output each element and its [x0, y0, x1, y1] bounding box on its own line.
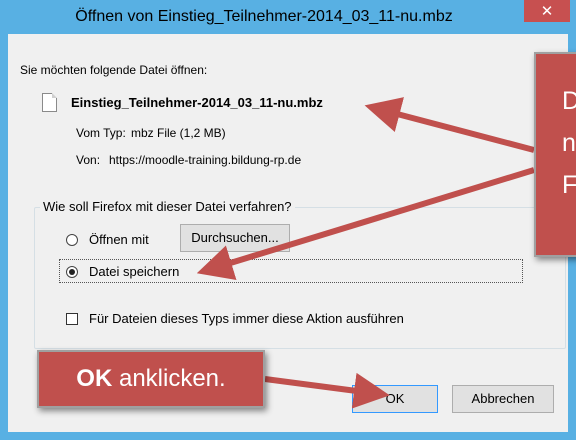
callout-right-line-3: F — [562, 171, 576, 199]
callout-ok-instruction: OK anklicken. — [37, 350, 265, 408]
arrow-to-filename — [364, 97, 535, 153]
callout-right-line-1: D — [562, 80, 576, 122]
callout-right: D n F — [534, 52, 576, 257]
callout-ok-bold: OK — [76, 365, 113, 392]
callout-ok-text: anklicken. — [112, 365, 226, 392]
callout-right-line-2: n — [562, 129, 576, 157]
arrow-to-ok — [264, 372, 390, 409]
arrow-to-save-option — [196, 167, 535, 280]
